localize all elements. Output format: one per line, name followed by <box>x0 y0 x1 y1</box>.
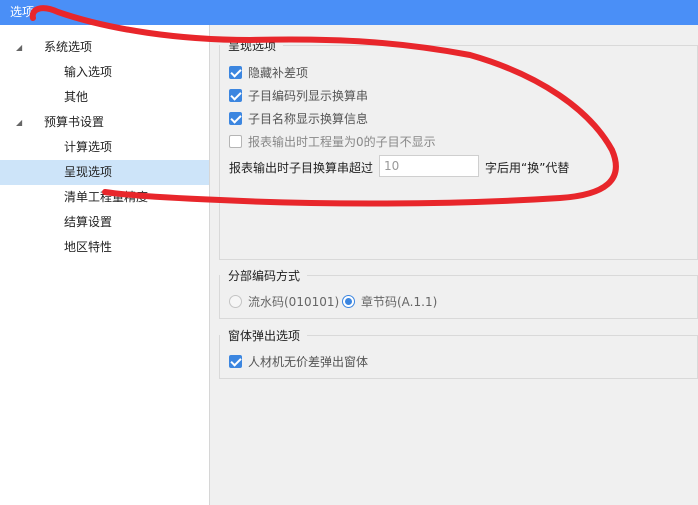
radio-chapter-code[interactable]: 章节码(A.1.1) <box>342 292 437 310</box>
radio[interactable] <box>342 294 355 308</box>
checkbox-hide-diff[interactable]: 隐藏补差项 <box>229 63 308 81</box>
tree-item-label: 呈现选项 <box>64 165 113 179</box>
window-titlebar[interactable]: 选项 <box>0 0 698 25</box>
exceed-length-input[interactable] <box>379 155 479 177</box>
options-tree: ◢ 系统选项 输入选项 其他 ◢ 预算书设置 计算选项 呈现选项 清单工程量精度… <box>0 25 210 505</box>
checkbox[interactable] <box>229 65 242 79</box>
radio-serial-code[interactable]: 流水码(010101) <box>229 292 339 310</box>
tree-item-label: 结算设置 <box>64 215 113 229</box>
tree-item-input-options[interactable]: 输入选项 <box>0 60 209 85</box>
tree-item-budget-settings[interactable]: ◢ 预算书设置 <box>0 110 209 135</box>
window-title: 选项 <box>10 5 35 19</box>
radio[interactable] <box>229 294 242 308</box>
checkbox-label: 人材机无价差弹出窗体 <box>248 354 369 369</box>
tree-item-region[interactable]: 地区特性 <box>0 235 209 260</box>
tree-item-label: 计算选项 <box>64 140 113 154</box>
tree-item-label: 其他 <box>64 90 89 104</box>
tree-item-label: 输入选项 <box>64 65 113 79</box>
checkbox-hide-zero[interactable]: 报表输出时工程量为0的子目不显示 <box>229 132 436 150</box>
exceed-suffix-label: 字后用“换”代替 <box>485 161 570 175</box>
tree-item-label: 系统选项 <box>44 40 93 54</box>
expand-arrow-icon[interactable]: ◢ <box>16 35 26 60</box>
checkbox-code-conversion[interactable]: 子目编码列显示换算串 <box>229 86 368 104</box>
tree-item-label: 地区特性 <box>64 240 113 254</box>
tree-item-label: 清单工程量精度 <box>64 190 149 204</box>
checkbox-name-conversion[interactable]: 子目名称显示换算信息 <box>229 109 368 127</box>
radio-label: 流水码(010101) <box>248 294 340 309</box>
options-content: 呈现选项 隐藏补差项 子目编码列显示换算串 子目名称显示换算信息 报表输出时工程… <box>211 25 698 505</box>
checkbox-label: 子目名称显示换算信息 <box>248 111 369 126</box>
checkbox-label: 隐藏补差项 <box>248 65 309 80</box>
tree-item-display-options[interactable]: 呈现选项 <box>0 160 209 185</box>
tree-item-other[interactable]: 其他 <box>0 85 209 110</box>
radio-label: 章节码(A.1.1) <box>361 294 438 309</box>
expand-arrow-icon[interactable]: ◢ <box>16 110 26 135</box>
checkbox[interactable] <box>229 88 242 102</box>
tree-item-system-options[interactable]: ◢ 系统选项 <box>0 35 209 60</box>
checkbox[interactable] <box>229 134 242 148</box>
checkbox[interactable] <box>229 354 242 368</box>
checkbox-material-popup[interactable]: 人材机无价差弹出窗体 <box>229 352 368 370</box>
tree-item-bill-precision[interactable]: 清单工程量精度 <box>0 185 209 210</box>
tree-item-settlement[interactable]: 结算设置 <box>0 210 209 235</box>
tree-item-calc-options[interactable]: 计算选项 <box>0 135 209 160</box>
tree-item-label: 预算书设置 <box>44 115 105 129</box>
checkbox[interactable] <box>229 111 242 125</box>
exceed-prefix-label: 报表输出时子目换算串超过 <box>229 161 374 175</box>
checkbox-label: 子目编码列显示换算串 <box>248 88 369 103</box>
checkbox-label: 报表输出时工程量为0的子目不显示 <box>248 134 436 149</box>
